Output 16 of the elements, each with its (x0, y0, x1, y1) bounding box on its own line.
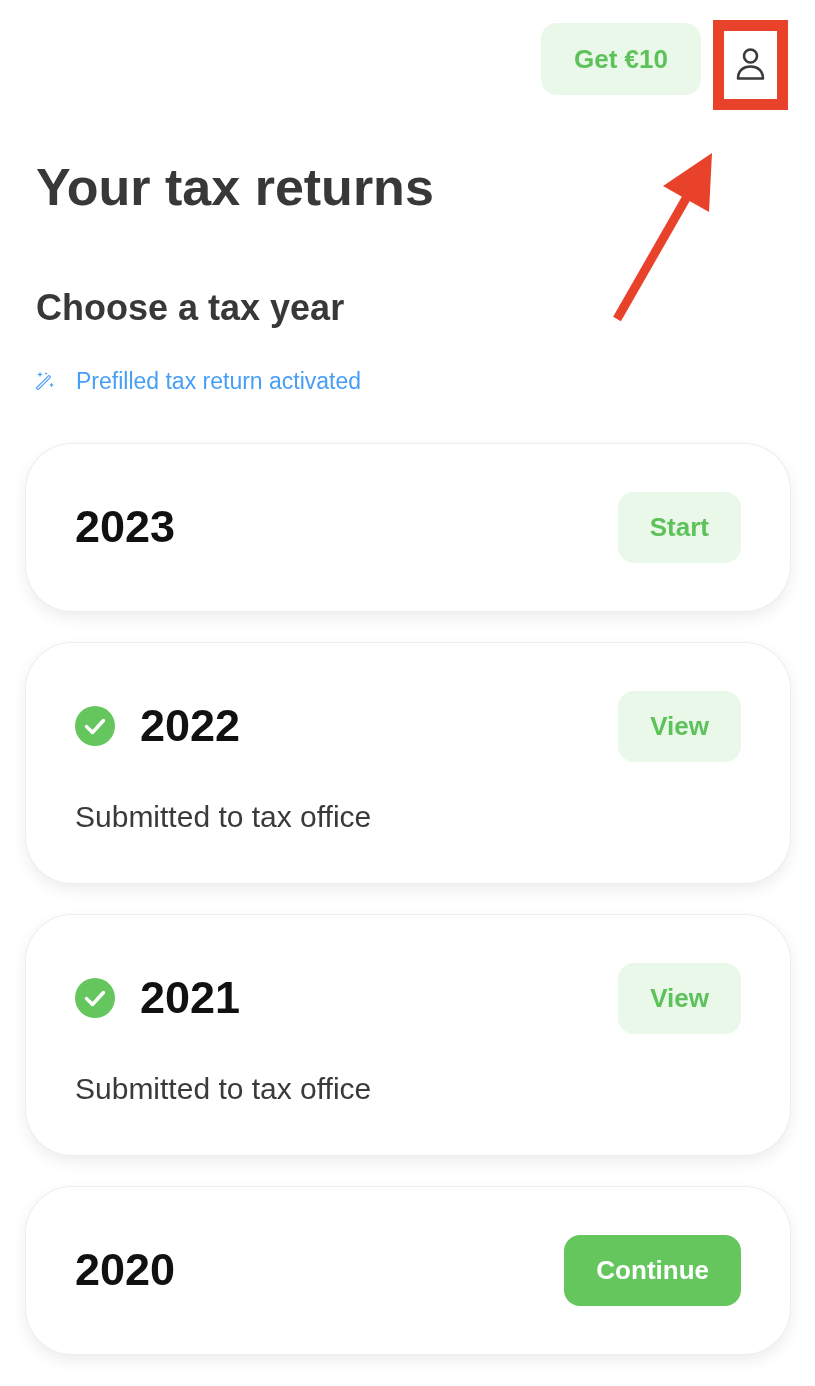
submission-status: Submitted to tax office (75, 798, 372, 835)
tax-year: 2022 (140, 699, 241, 754)
year-action-button[interactable]: Continue (564, 1234, 741, 1306)
year-action-button[interactable]: View (618, 962, 741, 1034)
magic-wand-icon (36, 371, 55, 391)
year-action-button[interactable]: Start (617, 491, 741, 563)
page-title: Your tax returns (36, 157, 434, 218)
referral-button[interactable]: Get €10 (541, 23, 701, 95)
section-title: Choose a tax year (36, 286, 345, 330)
tax-year: 2020 (75, 1243, 176, 1298)
prefill-status-text: Prefilled tax return activated (76, 366, 362, 395)
tax-year: 2021 (140, 971, 241, 1026)
person-icon (736, 48, 765, 80)
submission-status: Submitted to tax office (75, 1070, 372, 1107)
year-action-button[interactable]: View (618, 690, 741, 762)
tax-year: 2023 (75, 500, 176, 555)
